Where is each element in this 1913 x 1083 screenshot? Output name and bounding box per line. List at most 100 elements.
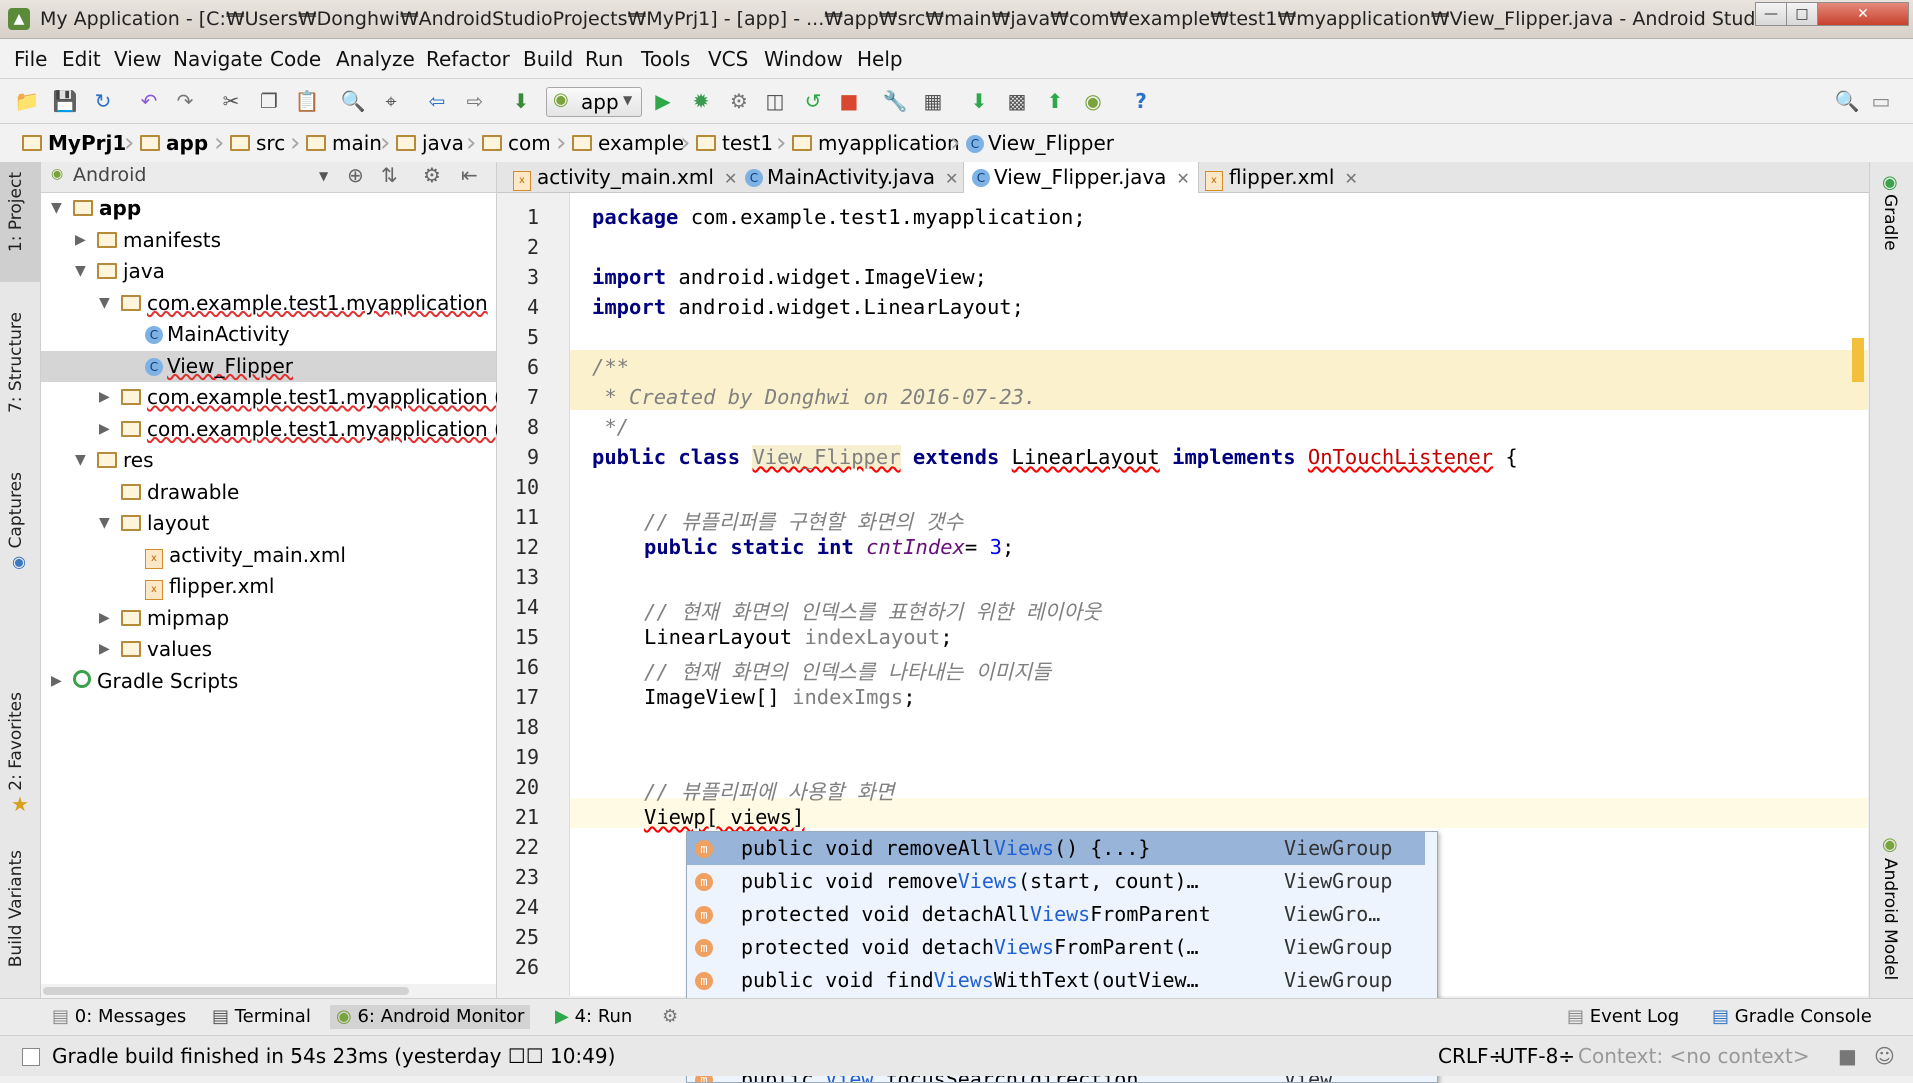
tree-node[interactable]: ▶ values — [41, 634, 496, 665]
tool-tab-structure[interactable]: 7: Structure — [6, 312, 26, 413]
sync-icon[interactable]: ↻ — [90, 88, 116, 114]
close-icon[interactable]: ✕ — [945, 169, 958, 188]
expand-arrow-icon[interactable]: ▶ — [75, 225, 86, 256]
gradle-console-tab[interactable]: ▤ Gradle Console — [1712, 1005, 1872, 1029]
menu-file[interactable]: File — [14, 47, 47, 71]
tool-tab-favorites[interactable]: 2: Favorites — [6, 692, 26, 791]
event-log-tab[interactable]: ▤ Event Log — [1567, 1005, 1679, 1029]
breadcrumb-item[interactable]: C View_Flipper — [966, 130, 1114, 156]
menu-analyze[interactable]: Analyze — [336, 47, 415, 71]
close-icon[interactable]: ✕ — [724, 169, 737, 188]
tab-view-flipper-java[interactable]: C View_Flipper.java ✕ — [963, 162, 1199, 193]
expand-arrow-icon[interactable]: ▶ — [99, 603, 110, 634]
undo-icon[interactable]: ↶ — [136, 88, 162, 114]
android-monitor-tab[interactable]: ◉ 6: Android Monitor — [330, 1005, 531, 1029]
tab-mainactivity-java[interactable]: C MainActivity.java ✕ — [737, 162, 966, 192]
menu-edit[interactable]: Edit — [62, 47, 101, 71]
line-separator-indicator[interactable]: CRLF÷ — [1438, 1044, 1505, 1068]
android-device-monitor-icon[interactable]: ◉ — [1080, 88, 1106, 114]
tool-tab-project[interactable]: 1: Project — [6, 172, 26, 252]
completion-item[interactable]: m protected void detachAllViewsFromParent… — [687, 898, 1425, 931]
expand-arrow-icon[interactable]: ▶ — [51, 666, 62, 697]
collapse-arrow-icon[interactable]: ▼ — [75, 256, 86, 287]
gear-icon[interactable]: ⚙ — [423, 163, 441, 187]
terminal-tab[interactable]: ▤ Terminal — [212, 1005, 311, 1029]
redo-icon[interactable]: ↷ — [172, 88, 198, 114]
close-icon[interactable]: ✕ — [1176, 169, 1189, 188]
run-icon[interactable]: ▶ — [650, 88, 676, 114]
tree-node[interactable]: ▶ Gradle Scripts — [41, 666, 496, 697]
attach-debugger-icon[interactable]: ⚙ — [726, 88, 752, 114]
messages-tab[interactable]: ▤ 0: Messages — [52, 1005, 186, 1029]
completion-item[interactable]: m protected void detachViewsFromParent(… V… — [687, 931, 1425, 964]
collapse-all-icon[interactable]: ⇅ — [381, 163, 398, 187]
collapse-arrow-icon[interactable]: ▼ — [51, 193, 62, 224]
gradle-sync-icon[interactable]: ⬇ — [966, 88, 992, 114]
apply-changes-icon[interactable]: ◫ — [762, 88, 788, 114]
expand-arrow-icon[interactable]: ▶ — [99, 414, 110, 445]
breadcrumb-item[interactable]: main — [306, 130, 382, 156]
menu-refactor[interactable]: Refactor — [426, 47, 510, 71]
expand-arrow-icon[interactable]: ▶ — [99, 634, 110, 665]
close-icon[interactable]: ✕ — [1344, 169, 1357, 188]
run-config-dropdown[interactable]: ◉ app ▼ — [546, 87, 642, 117]
make-project-icon[interactable]: ⬇ — [508, 88, 534, 114]
rerun-icon[interactable]: ↺ — [800, 88, 826, 114]
menu-view[interactable]: View — [114, 47, 161, 71]
avd-manager-icon[interactable]: ▩ — [1004, 88, 1030, 114]
run-tab[interactable]: ▶ 4: Run — [555, 1005, 632, 1029]
tool-tab-build-variants[interactable]: Build Variants — [6, 850, 26, 967]
scroll-from-source-icon[interactable]: ⊕ — [347, 163, 364, 187]
find-icon[interactable]: 🔍 — [340, 88, 366, 114]
sdk-manager-icon[interactable]: ⬆ — [1042, 88, 1068, 114]
open-folder-icon[interactable]: 📁 — [14, 88, 40, 114]
hide-panel-icon[interactable]: ⇤ — [461, 163, 478, 187]
horizontal-scrollbar[interactable] — [41, 984, 496, 998]
todo-icon[interactable]: ⚙ — [662, 1005, 678, 1029]
breadcrumb-item[interactable]: java — [396, 130, 464, 156]
paste-icon[interactable]: 📋 — [294, 88, 320, 114]
expand-arrow-icon[interactable]: ▶ — [99, 382, 110, 413]
debug-icon[interactable]: ✹ — [688, 88, 714, 114]
tree-node[interactable]: ▶ com.example.test1.myapplication (te — [41, 414, 522, 445]
completion-item[interactable]: m public void removeViews(start, count)… V… — [687, 865, 1425, 898]
breadcrumb-item[interactable]: test1 — [696, 130, 773, 156]
collapse-arrow-icon[interactable]: ▼ — [75, 445, 86, 476]
chevron-down-icon[interactable]: ▼ — [319, 169, 328, 183]
cut-icon[interactable]: ✂ — [218, 88, 244, 114]
event-icon[interactable]: ▭ — [1868, 88, 1894, 114]
collapse-arrow-icon[interactable]: ▼ — [99, 288, 110, 319]
breadcrumb-item[interactable]: example — [572, 130, 684, 156]
menu-code[interactable]: Code — [270, 47, 321, 71]
project-structure-icon[interactable]: ▦ — [920, 88, 946, 114]
collapse-arrow-icon[interactable]: ▼ — [99, 508, 110, 539]
encoding-indicator[interactable]: UTF-8÷ — [1500, 1044, 1575, 1068]
menu-build[interactable]: Build — [523, 47, 573, 71]
save-icon[interactable]: 💾 — [52, 88, 78, 114]
scrollbar-thumb[interactable] — [43, 987, 409, 995]
menu-vcs[interactable]: VCS — [708, 47, 748, 71]
breadcrumb-item[interactable]: src — [230, 130, 285, 156]
project-view-selector[interactable]: Android — [73, 164, 146, 186]
tab-flipper-xml[interactable]: x flipper.xml ✕ — [1197, 162, 1366, 192]
tool-tab-android-model[interactable]: Android Model — [1880, 858, 1900, 980]
tree-node[interactable]: ▼ res — [41, 445, 496, 476]
minimize-button[interactable]: — — [1755, 2, 1787, 26]
replace-icon[interactable]: ⌖ — [378, 88, 404, 114]
tool-tab-captures[interactable]: Captures — [6, 472, 26, 548]
tree-node[interactable]: C MainActivity — [41, 319, 496, 350]
tree-node[interactable]: ▶ manifests — [41, 225, 496, 256]
menu-tools[interactable]: Tools — [641, 47, 690, 71]
completion-item[interactable]: m public void removeAllViews() {...} ViewG… — [687, 832, 1425, 865]
tree-node[interactable]: drawable — [41, 477, 496, 508]
menu-window[interactable]: Window — [764, 47, 843, 71]
maximize-button[interactable]: □ — [1786, 2, 1818, 26]
tree-node[interactable]: ▼ com.example.test1.myapplication — [41, 288, 496, 319]
tab-activity-main-xml[interactable]: x activity_main.xml ✕ — [505, 162, 745, 192]
help-icon[interactable]: ? — [1128, 88, 1154, 114]
breadcrumb-item[interactable]: app — [140, 130, 208, 156]
lock-icon[interactable]: ■ — [1838, 1044, 1857, 1068]
tree-node[interactable]: x flipper.xml — [41, 571, 496, 602]
tree-node[interactable]: ▼ java — [41, 256, 496, 287]
menu-navigate[interactable]: Navigate — [173, 47, 263, 71]
